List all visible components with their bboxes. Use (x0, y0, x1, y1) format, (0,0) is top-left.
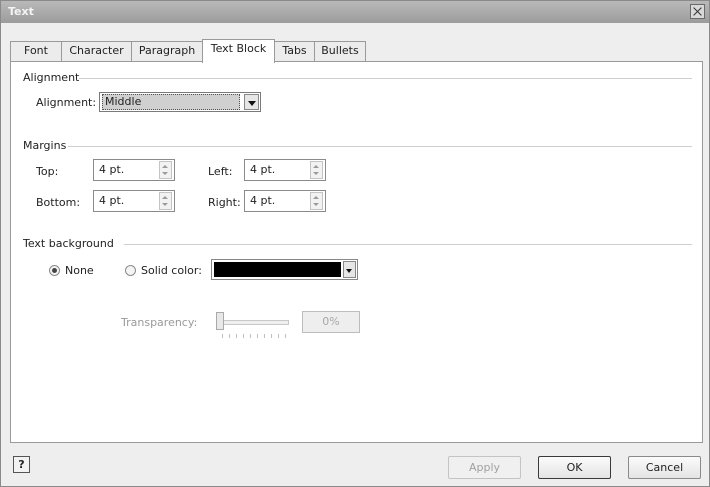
right-margin-value: 4 pt. (250, 194, 276, 207)
alignment-group-title: Alignment (23, 71, 80, 84)
transparency-slider-track[interactable] (221, 320, 289, 325)
spinner-arrows-icon[interactable] (310, 192, 323, 210)
chevron-down-icon[interactable] (343, 261, 356, 278)
spinner-arrows-icon[interactable] (159, 192, 172, 210)
alignment-divider (75, 78, 692, 79)
title-bar[interactable]: Text (1, 1, 709, 23)
left-margin-label: Left: (208, 165, 233, 178)
spinner-arrows-icon[interactable] (310, 161, 323, 179)
cancel-button[interactable]: Cancel (628, 456, 701, 479)
none-radio[interactable] (49, 265, 60, 276)
text-dialog: Text Font Character Paragraph Text Block… (0, 0, 710, 487)
transparency-label: Transparency: (121, 316, 198, 329)
solid-color-radio[interactable] (125, 265, 136, 276)
window-title: Text (8, 5, 34, 18)
margins-group-title: Margins (23, 139, 67, 152)
ok-button[interactable]: OK (538, 456, 611, 479)
text-background-group-title: Text background (23, 237, 114, 250)
right-margin-spinner[interactable]: 4 pt. (244, 190, 326, 212)
transparency-value-box[interactable]: 0% (302, 311, 360, 333)
solid-color-label: Solid color: (141, 264, 202, 277)
alignment-label: Alignment: (36, 96, 97, 109)
transparency-slider-thumb[interactable] (216, 312, 224, 330)
tab-tabs[interactable]: Tabs (274, 41, 315, 61)
apply-button[interactable]: Apply (448, 456, 521, 479)
alignment-value: Middle (102, 94, 240, 110)
tab-bullets[interactable]: Bullets (314, 41, 366, 61)
alignment-select[interactable]: Middle (99, 92, 261, 112)
text-block-panel: Alignment Alignment: Middle Margins Top:… (10, 61, 703, 443)
bottom-margin-spinner[interactable]: 4 pt. (93, 190, 175, 212)
color-picker-select[interactable] (211, 259, 358, 280)
tab-character[interactable]: Character (61, 41, 132, 61)
spinner-arrows-icon[interactable] (159, 161, 172, 179)
top-margin-value: 4 pt. (99, 163, 125, 176)
tab-font[interactable]: Font (10, 41, 62, 61)
slider-ticks (222, 334, 288, 338)
close-button[interactable] (690, 4, 705, 19)
left-margin-spinner[interactable]: 4 pt. (244, 159, 326, 181)
margins-divider (68, 146, 692, 147)
top-margin-spinner[interactable]: 4 pt. (93, 159, 175, 181)
text-background-divider (124, 244, 692, 245)
help-button[interactable]: ? (13, 456, 30, 473)
tab-text-block[interactable]: Text Block (202, 39, 275, 63)
bottom-margin-label: Bottom: (36, 196, 81, 209)
color-swatch (214, 262, 341, 277)
left-margin-value: 4 pt. (250, 163, 276, 176)
right-margin-label: Right: (208, 196, 241, 209)
none-label: None (65, 264, 94, 277)
tab-paragraph[interactable]: Paragraph (131, 41, 203, 61)
chevron-down-icon[interactable] (244, 94, 259, 110)
bottom-margin-value: 4 pt. (99, 194, 125, 207)
top-margin-label: Top: (36, 165, 59, 178)
